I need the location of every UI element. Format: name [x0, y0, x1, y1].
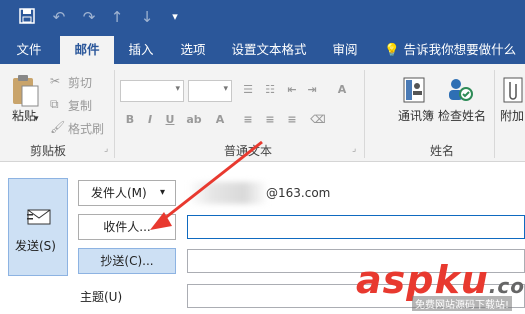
watermark-tagline: 免费网站源码下载站!	[412, 296, 513, 311]
